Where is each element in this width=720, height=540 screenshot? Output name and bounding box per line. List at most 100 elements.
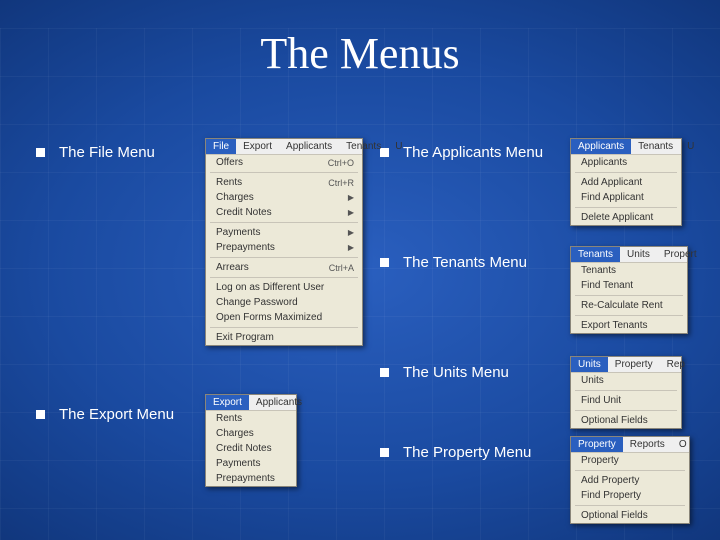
menu-item-label: Credit Notes xyxy=(216,207,272,218)
menu-export: ExportApplicantsRentsChargesCredit Notes… xyxy=(205,394,297,487)
menu-item[interactable]: Add Applicant xyxy=(571,175,681,190)
menu-item[interactable]: Prepayments ▶ xyxy=(206,240,362,255)
menu-item-label: Find Applicant xyxy=(581,192,644,203)
menu-item[interactable]: Charges▶ xyxy=(206,190,362,205)
menubar-item[interactable]: File xyxy=(206,139,236,154)
menubar-item[interactable]: Rep xyxy=(660,357,692,372)
menubar-item[interactable]: U xyxy=(388,139,409,154)
menu-shortcut: Ctrl+O xyxy=(328,158,354,168)
menu-item[interactable]: ArrearsCtrl+A xyxy=(206,260,362,275)
menu-item[interactable]: Find Applicant xyxy=(571,190,681,205)
menu-item[interactable]: Delete Applicant xyxy=(571,210,681,225)
menu-item-label: Delete Applicant xyxy=(581,212,653,223)
menu-item[interactable]: Optional Fields xyxy=(571,413,681,428)
menu-item[interactable]: Open Forms Maximized xyxy=(206,310,362,325)
menu-item[interactable]: Charges xyxy=(206,426,296,441)
menu-item[interactable]: Units xyxy=(571,373,681,388)
menu-item-label: Tenants xyxy=(581,265,616,276)
menu-item[interactable]: Payments xyxy=(206,456,296,471)
menu-separator xyxy=(575,207,677,208)
menu-item-label: Payments xyxy=(216,458,260,469)
bullet-text: The File Menu xyxy=(59,144,155,161)
menu-item[interactable]: Export Tenants xyxy=(571,318,687,333)
menu-property: PropertyReportsOPropertyAdd PropertyFind… xyxy=(570,436,690,524)
menu-item-label: Add Applicant xyxy=(581,177,642,188)
menubar-item[interactable]: Applicants xyxy=(279,139,339,154)
menu-item-label: Log on as Different User xyxy=(216,282,324,293)
bullet-icon xyxy=(36,148,45,157)
menu-item[interactable]: Change Password xyxy=(206,295,362,310)
menu-item-label: Prepayments xyxy=(216,242,275,253)
menu-item-label: Change Password xyxy=(216,297,298,308)
bullet-export: The Export Menu xyxy=(36,406,174,423)
menu-item[interactable]: Payments▶ xyxy=(206,225,362,240)
menubar-item[interactable]: Export xyxy=(206,395,249,410)
menubar-item[interactable]: Applicants xyxy=(571,139,631,154)
menu-separator xyxy=(575,470,685,471)
menu-tenants: TenantsUnitsPropertTenantsFind TenantRe-… xyxy=(570,246,688,334)
menu-item-label: Charges xyxy=(216,428,254,439)
menu-item[interactable]: Log on as Different User xyxy=(206,280,362,295)
menu-item-label: Re-Calculate Rent xyxy=(581,300,663,311)
menu-item[interactable]: Property xyxy=(571,453,689,468)
menubar-item[interactable]: Units xyxy=(571,357,608,372)
menu-item[interactable]: Tenants xyxy=(571,263,687,278)
menu-separator xyxy=(575,410,677,411)
menu-separator xyxy=(575,295,683,296)
menu-item[interactable]: Prepayments xyxy=(206,471,296,486)
menu-item[interactable]: Credit Notes ▶ xyxy=(206,205,362,220)
menu-item[interactable]: Find Property xyxy=(571,488,689,503)
menubar-item[interactable]: Propert xyxy=(657,247,704,262)
menu-item-label: Find Tenant xyxy=(581,280,633,291)
menu-item-label: Charges xyxy=(216,192,254,203)
menu-item-label: Credit Notes xyxy=(216,443,272,454)
submenu-arrow-icon: ▶ xyxy=(348,208,354,217)
menu-shortcut: Ctrl+A xyxy=(329,263,354,273)
menu-separator xyxy=(575,505,685,506)
menu-item[interactable]: Rents xyxy=(206,411,296,426)
bullet-icon xyxy=(36,410,45,419)
menu-item[interactable]: Exit Program xyxy=(206,330,362,345)
menubar-item[interactable]: Units xyxy=(620,247,657,262)
menubar: UnitsPropertyRep xyxy=(571,357,681,373)
menu-item-label: Find Property xyxy=(581,490,641,501)
menu-item[interactable]: Rents Ctrl+R xyxy=(206,175,362,190)
menu-separator xyxy=(210,277,358,278)
menu-item[interactable]: Applicants xyxy=(571,155,681,170)
menubar-item[interactable]: Tenants xyxy=(339,139,388,154)
menubar-item[interactable]: O xyxy=(672,437,694,452)
bullet-icon xyxy=(380,258,389,267)
menu-item-label: Rents xyxy=(216,413,242,424)
menu-item[interactable]: Find Unit xyxy=(571,393,681,408)
menu-item[interactable]: Find Tenant xyxy=(571,278,687,293)
menu-item[interactable]: Re-Calculate Rent xyxy=(571,298,687,313)
bullet-text: The Property Menu xyxy=(403,444,531,461)
menubar-item[interactable]: Reports xyxy=(623,437,672,452)
menu-separator xyxy=(210,257,358,258)
menu-item[interactable]: Add Property xyxy=(571,473,689,488)
menu-item-label: Rents xyxy=(216,177,242,188)
menu-item[interactable]: Credit Notes xyxy=(206,441,296,456)
submenu-arrow-icon: ▶ xyxy=(348,243,354,252)
menu-item-label: Export Tenants xyxy=(581,320,648,331)
menubar-item[interactable]: Tenants xyxy=(571,247,620,262)
menubar: ApplicantsTenantsU xyxy=(571,139,681,155)
menubar-item[interactable]: Export xyxy=(236,139,279,154)
menubar-item[interactable]: Property xyxy=(571,437,623,452)
menubar-item[interactable]: U xyxy=(680,139,701,154)
submenu-arrow-icon: ▶ xyxy=(348,228,354,237)
menu-item[interactable]: OffersCtrl+O xyxy=(206,155,362,170)
menu-separator xyxy=(210,222,358,223)
menubar-item[interactable]: Applicants xyxy=(249,395,309,410)
menu-separator xyxy=(210,172,358,173)
menubar: TenantsUnitsPropert xyxy=(571,247,687,263)
menubar-item[interactable]: Property xyxy=(608,357,660,372)
menubar-item[interactable]: Tenants xyxy=(631,139,680,154)
menu-item-label: Applicants xyxy=(581,157,627,168)
menu-item-label: Exit Program xyxy=(216,332,274,343)
menu-item-label: Optional Fields xyxy=(581,510,648,521)
menu-shortcut: Ctrl+R xyxy=(328,178,354,188)
bullet-units: The Units Menu xyxy=(380,364,509,381)
bullet-text: The Export Menu xyxy=(59,406,174,423)
menu-item[interactable]: Optional Fields xyxy=(571,508,689,523)
